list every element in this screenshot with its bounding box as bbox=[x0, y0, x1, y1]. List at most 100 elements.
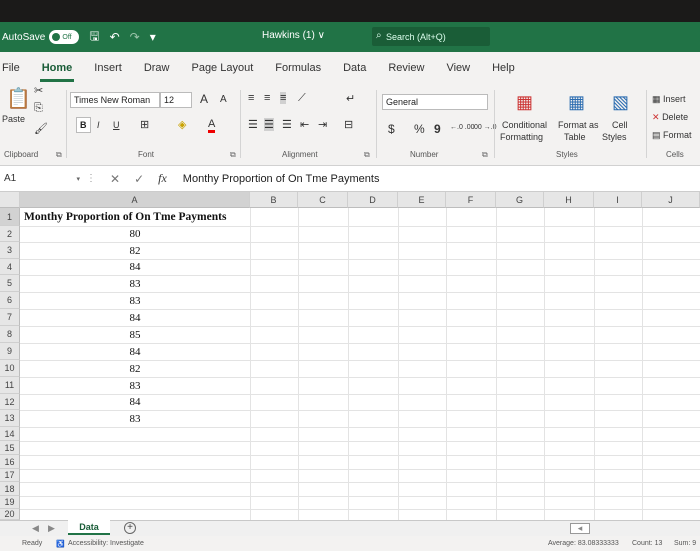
redo-icon[interactable]: ↷ bbox=[130, 30, 140, 44]
copy-icon[interactable]: ⎘ bbox=[34, 102, 43, 115]
font-size-select[interactable]: 12 bbox=[160, 92, 192, 108]
font-color-button[interactable]: A bbox=[208, 118, 216, 133]
percent-button[interactable]: % bbox=[414, 122, 425, 136]
cell-a10[interactable]: 82 bbox=[20, 363, 250, 375]
cell-a4[interactable]: 84 bbox=[20, 261, 250, 273]
status-count[interactable]: Count: 13 bbox=[632, 540, 662, 547]
decrease-indent-icon[interactable]: ⇤ bbox=[300, 118, 309, 131]
tab-home[interactable]: Home bbox=[39, 62, 74, 82]
increase-indent-icon[interactable]: ⇥ bbox=[318, 118, 327, 131]
row-header[interactable]: 11 bbox=[0, 377, 20, 394]
cut-icon[interactable]: ✂ bbox=[34, 84, 43, 97]
row-header[interactable]: 7 bbox=[0, 309, 20, 326]
cell-a6[interactable]: 83 bbox=[20, 295, 250, 307]
autosave-toggle[interactable]: Off bbox=[49, 30, 80, 44]
italic-button[interactable]: I bbox=[97, 120, 100, 130]
name-box[interactable]: A1 ▾ bbox=[2, 170, 80, 188]
alignment-launcher-icon[interactable]: ⧉ bbox=[364, 150, 370, 160]
column-header-g[interactable]: G bbox=[496, 192, 544, 208]
select-all-corner[interactable] bbox=[0, 192, 20, 208]
cell-a3[interactable]: 82 bbox=[20, 245, 250, 257]
row-header[interactable]: 13 bbox=[0, 410, 20, 427]
underline-button[interactable]: U bbox=[113, 120, 120, 130]
row-header[interactable]: 2 bbox=[0, 226, 20, 242]
cell-a11[interactable]: 83 bbox=[20, 380, 250, 392]
paste-label[interactable]: Paste bbox=[2, 114, 25, 124]
grow-font-button[interactable]: A bbox=[200, 92, 208, 106]
row-header[interactable]: 9 bbox=[0, 343, 20, 360]
cancel-icon[interactable]: ✕ bbox=[110, 172, 120, 186]
number-format-select[interactable]: General bbox=[382, 94, 488, 110]
row-header[interactable]: 19 bbox=[0, 496, 20, 509]
row-header[interactable]: 20 bbox=[0, 509, 20, 520]
bold-button[interactable]: B bbox=[76, 117, 91, 133]
save-icon[interactable]: 🖫 bbox=[89, 27, 99, 48]
column-header-h[interactable]: H bbox=[544, 192, 594, 208]
scroll-left-icon[interactable]: ◀ bbox=[32, 523, 39, 534]
insert-function-button[interactable]: fx bbox=[158, 171, 167, 186]
status-sum[interactable]: Sum: 9 bbox=[674, 540, 696, 547]
tab-page-layout[interactable]: Page Layout bbox=[191, 62, 253, 74]
merge-center-icon[interactable]: ⊟ bbox=[344, 118, 353, 131]
conditional-formatting-label[interactable]: Conditional bbox=[502, 120, 547, 130]
row-header[interactable]: 3 bbox=[0, 242, 20, 259]
worksheet-grid[interactable]: A B C D E F G H I J 1 2 3 4 5 6 7 8 9 10… bbox=[0, 192, 700, 520]
cell-a1[interactable]: Monthy Proportion of On Tme Payments bbox=[24, 211, 226, 223]
cell-styles-label-2[interactable]: Styles bbox=[602, 132, 627, 142]
top-align-icon[interactable]: ≡ bbox=[248, 92, 254, 104]
cell-a12[interactable]: 84 bbox=[20, 396, 250, 408]
column-header-a[interactable]: A bbox=[20, 192, 250, 208]
cell-a7[interactable]: 84 bbox=[20, 312, 250, 324]
scroll-right-icon[interactable]: ▶ bbox=[48, 523, 55, 534]
currency-button[interactable]: $ bbox=[388, 122, 395, 136]
row-header[interactable]: 18 bbox=[0, 482, 20, 496]
format-painter-icon[interactable]: 🖌 bbox=[34, 122, 48, 135]
comma-button[interactable]: 9 bbox=[434, 122, 441, 136]
accessibility-icon[interactable]: ♿ bbox=[56, 540, 65, 548]
clipboard-launcher-icon[interactable]: ⧉ bbox=[56, 150, 62, 160]
cell-a5[interactable]: 83 bbox=[20, 278, 250, 290]
status-average[interactable]: Average: 83.08333333 bbox=[548, 540, 619, 547]
paste-icon[interactable]: 📋 bbox=[6, 86, 31, 111]
borders-icon[interactable]: ⊞ bbox=[140, 118, 149, 131]
column-header-i[interactable]: I bbox=[594, 192, 642, 208]
column-header-d[interactable]: D bbox=[348, 192, 398, 208]
tab-insert[interactable]: Insert bbox=[94, 62, 122, 74]
column-header-j[interactable]: J bbox=[642, 192, 700, 208]
search-box[interactable]: ⌕ Search (Alt+Q) bbox=[372, 27, 490, 46]
tab-review[interactable]: Review bbox=[388, 62, 424, 74]
bottom-align-icon[interactable]: ≡ bbox=[280, 92, 287, 104]
tab-file[interactable]: File bbox=[2, 62, 20, 74]
column-header-e[interactable]: E bbox=[398, 192, 446, 208]
font-name-select[interactable]: Times New Roman bbox=[70, 92, 160, 108]
row-header[interactable]: 12 bbox=[0, 394, 20, 410]
tab-view[interactable]: View bbox=[446, 62, 470, 74]
tab-data[interactable]: Data bbox=[343, 62, 366, 74]
align-center-icon[interactable]: ☰ bbox=[264, 118, 274, 131]
format-as-table-icon[interactable]: ▦ bbox=[568, 92, 585, 113]
conditional-formatting-label-2[interactable]: Formatting bbox=[500, 132, 543, 142]
column-header-b[interactable]: B bbox=[250, 192, 298, 208]
accessibility-status[interactable]: Accessibility: Investigate bbox=[68, 540, 144, 547]
middle-align-icon[interactable]: ≡ bbox=[264, 92, 270, 104]
horizontal-scrollbar[interactable]: ◂ bbox=[570, 523, 590, 534]
row-header[interactable]: 5 bbox=[0, 275, 20, 292]
column-header-c[interactable]: C bbox=[298, 192, 348, 208]
row-header[interactable]: 17 bbox=[0, 469, 20, 482]
tab-draw[interactable]: Draw bbox=[144, 62, 170, 74]
column-header-f[interactable]: F bbox=[446, 192, 496, 208]
row-header[interactable]: 1 bbox=[0, 208, 20, 226]
font-launcher-icon[interactable]: ⧉ bbox=[230, 150, 236, 160]
shrink-font-button[interactable]: A bbox=[220, 94, 227, 105]
wrap-text-icon[interactable]: ↵ bbox=[346, 92, 355, 105]
undo-icon[interactable]: ↶ bbox=[110, 30, 120, 44]
tab-help[interactable]: Help bbox=[492, 62, 515, 74]
row-header[interactable]: 8 bbox=[0, 326, 20, 343]
cell-a8[interactable]: 85 bbox=[20, 329, 250, 341]
row-header[interactable]: 14 bbox=[0, 427, 20, 441]
number-launcher-icon[interactable]: ⧉ bbox=[482, 150, 488, 160]
row-header[interactable]: 6 bbox=[0, 292, 20, 309]
tab-formulas[interactable]: Formulas bbox=[275, 62, 321, 74]
cell-a9[interactable]: 84 bbox=[20, 346, 250, 358]
row-header[interactable]: 10 bbox=[0, 360, 20, 377]
